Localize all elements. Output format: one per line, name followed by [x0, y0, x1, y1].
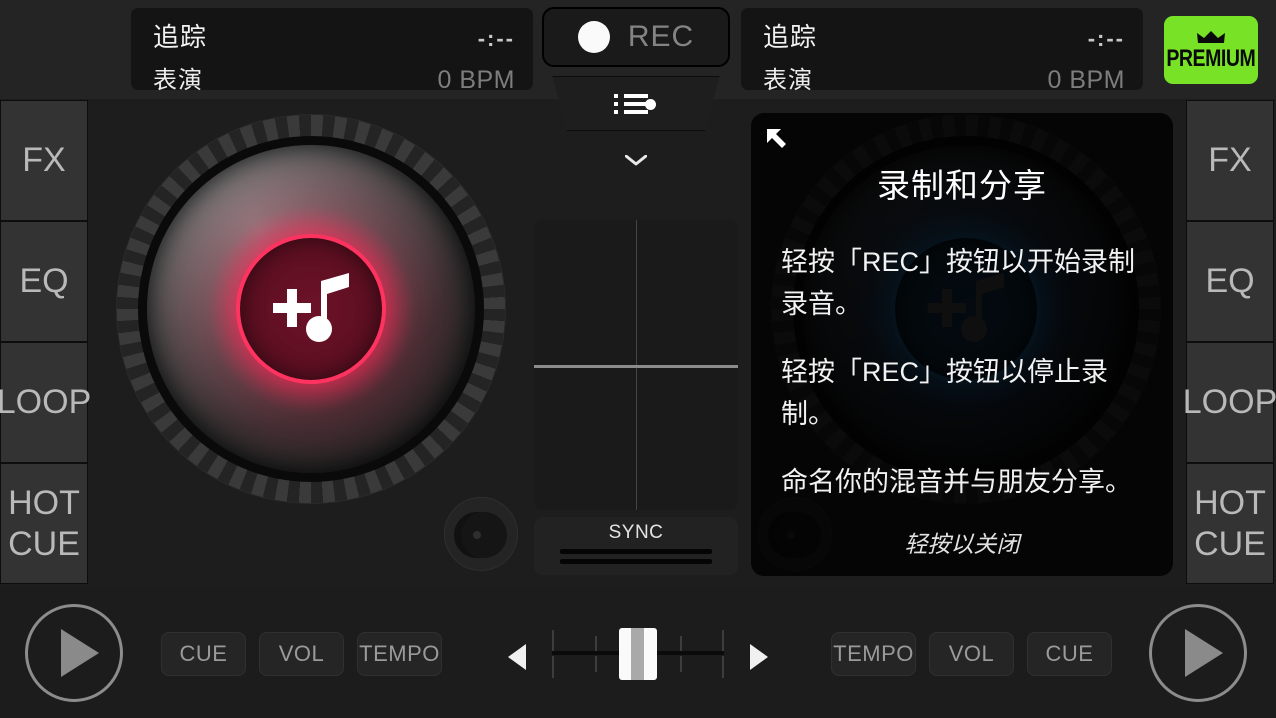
arrow-up-left-icon: [767, 129, 786, 148]
right-play-button[interactable]: [1149, 604, 1247, 702]
play-icon: [1185, 629, 1223, 677]
right-track-title: 追踪: [763, 22, 818, 52]
waveform-center-line: [534, 365, 738, 368]
left-deck-knob[interactable]: [444, 497, 518, 571]
sidebar-item-hot-cue-right[interactable]: HOT CUE: [1186, 463, 1274, 584]
premium-button-label: PREMIUM: [1166, 44, 1256, 72]
crossfader-handle[interactable]: [619, 628, 657, 680]
left-track-info-panel[interactable]: 追踪 -:-- 表演 0 BPM: [131, 8, 533, 94]
right-side-button-column: FX EQ LOOP HOT CUE: [1183, 100, 1276, 584]
premium-button[interactable]: PREMIUM: [1164, 16, 1258, 84]
left-deck: [88, 100, 533, 585]
sidebar-item-loop-right[interactable]: LOOP: [1183, 342, 1276, 463]
sidebar-item-eq-left[interactable]: EQ: [0, 221, 88, 342]
chevron-down-icon: [625, 155, 647, 166]
collapse-panel-button[interactable]: [567, 148, 705, 173]
right-track-bpm: 0 BPM: [1047, 66, 1125, 94]
crossfader-right-arrow-icon[interactable]: [750, 644, 768, 670]
record-and-share-tooltip[interactable]: 录制和分享 轻按「REC」按钮以开始录制录音。 轻按「REC」按钮以停止录制。 …: [751, 113, 1173, 576]
play-icon: [61, 629, 99, 677]
right-tempo-button[interactable]: TEMPO: [831, 632, 916, 676]
sidebar-item-fx-right[interactable]: FX: [1186, 100, 1274, 221]
sync-bar-bottom: [560, 559, 712, 564]
right-track-info-panel[interactable]: 追踪 -:-- 表演 0 BPM: [741, 8, 1143, 94]
left-jog-wheel[interactable]: [115, 114, 506, 504]
left-vol-button[interactable]: VOL: [259, 632, 344, 676]
left-load-track-button[interactable]: [235, 234, 386, 384]
left-track-bpm: 0 BPM: [437, 66, 515, 94]
left-side-button-column: FX EQ LOOP HOT CUE: [0, 100, 91, 584]
tooltip-paragraph-1: 轻按「REC」按钮以开始录制录音。: [781, 247, 1136, 319]
sync-bar-top: [560, 549, 712, 554]
left-track-subtitle: 表演: [153, 67, 203, 94]
jog-platter[interactable]: [146, 145, 475, 473]
left-cue-button[interactable]: CUE: [161, 632, 246, 676]
rec-button-label: REC: [627, 20, 695, 53]
rec-button[interactable]: REC: [542, 7, 730, 67]
right-vol-button[interactable]: VOL: [929, 632, 1014, 676]
sidebar-item-fx-left[interactable]: FX: [0, 100, 88, 221]
waveform-display[interactable]: [534, 220, 738, 510]
right-track-subtitle: 表演: [763, 67, 813, 94]
record-dot-icon: [577, 21, 610, 53]
sidebar-item-eq-right[interactable]: EQ: [1186, 221, 1274, 342]
tooltip-close-hint[interactable]: 轻按以关闭: [781, 525, 1143, 559]
left-track-title: 追踪: [153, 22, 208, 52]
tooltip-paragraph-3: 命名你的混音并与朋友分享。: [781, 467, 1132, 497]
right-track-time: -:--: [1087, 26, 1125, 51]
sidebar-item-hot-cue-left[interactable]: HOT CUE: [0, 463, 88, 584]
crown-icon: [1197, 30, 1225, 43]
sidebar-item-loop-left[interactable]: LOOP: [0, 342, 91, 463]
crossfader-left-arrow-icon[interactable]: [508, 644, 526, 670]
queue-button[interactable]: [552, 76, 720, 131]
left-tempo-button[interactable]: TEMPO: [357, 632, 442, 676]
dj-app-screen: 追踪 -:-- 表演 0 BPM 追踪 -:-- 表演 0 BPM REC PR…: [0, 0, 1276, 718]
left-track-time: -:--: [477, 26, 515, 51]
tooltip-paragraph-2: 轻按「REC」按钮以停止录制。: [781, 357, 1109, 429]
left-play-button[interactable]: [25, 604, 123, 702]
top-bar: 追踪 -:-- 表演 0 BPM 追踪 -:-- 表演 0 BPM REC PR…: [0, 0, 1276, 173]
sync-button[interactable]: SYNC: [534, 517, 738, 575]
queue-list-icon: [614, 91, 658, 117]
right-cue-button[interactable]: CUE: [1027, 632, 1112, 676]
add-music-icon: [272, 273, 349, 342]
tooltip-title: 录制和分享: [877, 167, 1047, 204]
sync-button-label: SYNC: [608, 522, 664, 543]
crossfader[interactable]: [500, 612, 776, 697]
